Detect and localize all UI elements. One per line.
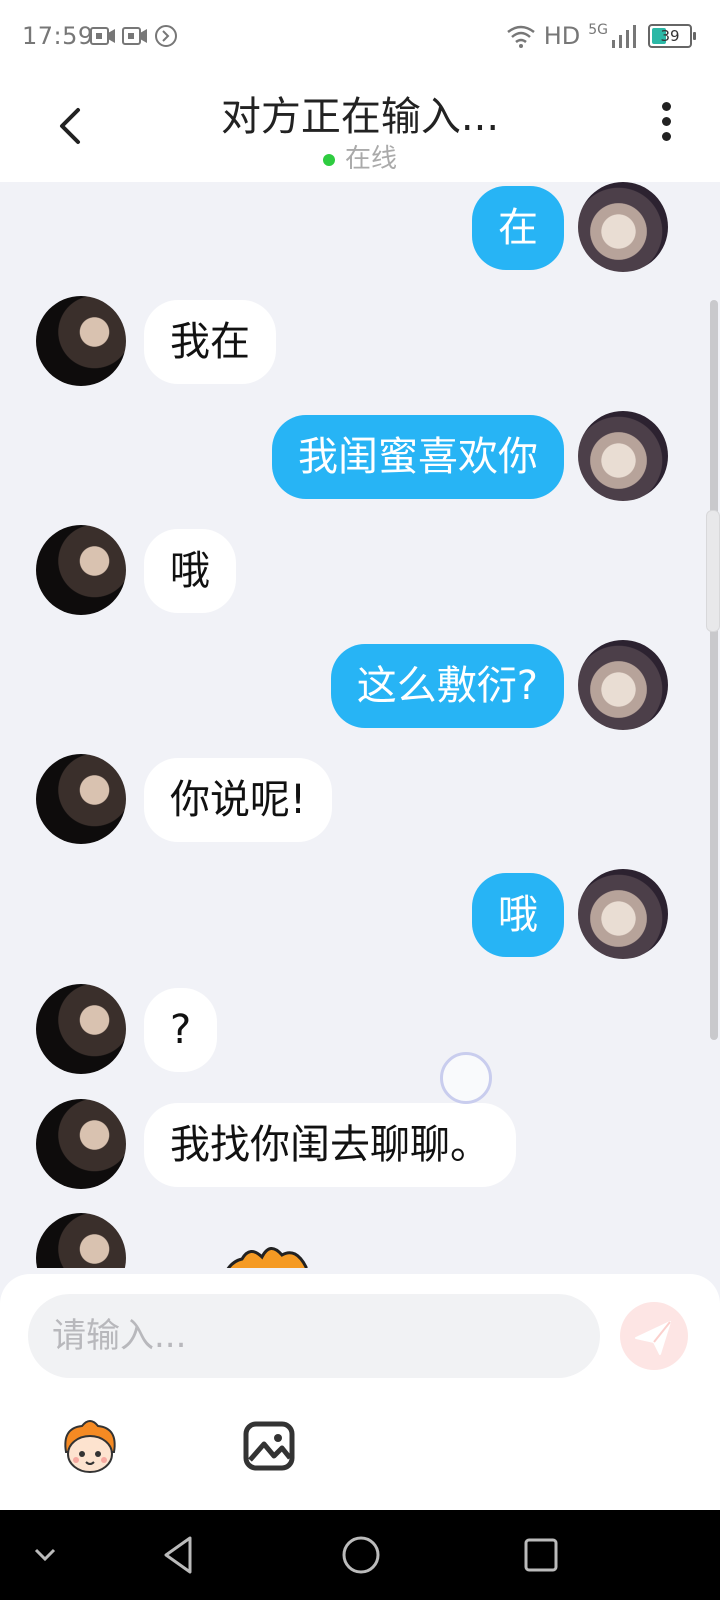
message-row: 我在	[0, 296, 720, 386]
nav-recents-button[interactable]	[514, 1528, 568, 1582]
message-row: 我找你闺去聊聊。	[0, 1099, 720, 1189]
outgoing-message-bubble[interactable]: 这么敷衍?	[330, 644, 564, 728]
status-notification-icons	[90, 24, 178, 48]
nav-home-button[interactable]	[334, 1528, 388, 1582]
circle-home-icon	[342, 1536, 380, 1574]
battery-level: 39	[660, 27, 680, 45]
square-recents-icon	[524, 1538, 558, 1572]
chevron-down-icon	[34, 1548, 56, 1562]
message-row: 哦	[0, 869, 720, 959]
my-avatar[interactable]	[578, 640, 668, 730]
status-indicators: HD 5G 39	[506, 22, 696, 50]
battery-icon: 39	[648, 24, 696, 48]
contact-avatar[interactable]	[36, 1099, 126, 1189]
image-picker-button[interactable]	[238, 1414, 302, 1478]
message-row: ?	[0, 984, 720, 1074]
status-time: 17:59	[22, 22, 94, 50]
video-camera-icon	[122, 27, 147, 45]
contact-avatar[interactable]	[36, 754, 126, 844]
data-saver-icon	[155, 25, 177, 47]
more-vertical-icon	[661, 102, 671, 111]
my-avatar[interactable]	[578, 869, 668, 959]
signal-bars-icon	[612, 25, 636, 48]
emoji-mascot-icon	[64, 1420, 116, 1473]
touch-indicator	[440, 1052, 492, 1104]
incoming-message-bubble[interactable]: 我在	[144, 300, 276, 384]
wifi-icon	[506, 25, 535, 48]
message-row: 哦	[0, 525, 720, 615]
chat-header: 对方正在输入... 在线	[0, 74, 720, 182]
paper-plane-icon	[635, 1321, 671, 1355]
outgoing-message-bubble[interactable]: 我闺蜜喜欢你	[272, 415, 564, 499]
incoming-message-bubble[interactable]: 你说呢!	[144, 758, 333, 842]
message-input[interactable]	[28, 1294, 600, 1378]
incoming-message-bubble[interactable]: ?	[144, 988, 218, 1072]
chat-scrollbar[interactable]	[710, 300, 718, 1040]
nav-back-button[interactable]	[152, 1528, 206, 1582]
my-avatar[interactable]	[578, 182, 668, 272]
status-bar: 17:59 HD 5G 39	[0, 0, 720, 74]
page-title: 对方正在输入...	[220, 94, 500, 140]
system-nav-bar	[0, 1510, 720, 1600]
message-row: 你说呢!	[0, 754, 720, 844]
message-row: 在	[0, 182, 720, 272]
sticker-image[interactable]	[210, 1233, 320, 1268]
outgoing-message-bubble[interactable]: 哦	[472, 873, 564, 957]
online-dot-icon	[322, 153, 335, 166]
incoming-message-bubble[interactable]: 哦	[144, 529, 236, 613]
online-status-label: 在线	[344, 144, 397, 174]
message-list[interactable]: 在 我在 我闺蜜喜欢你 哦 这么敷衍? 你说呢! 哦 ? 我找你闺去聊聊。	[0, 182, 720, 1268]
contact-avatar[interactable]	[36, 984, 126, 1074]
send-button[interactable]	[620, 1302, 688, 1370]
contact-avatar[interactable]	[36, 525, 126, 615]
outgoing-message-bubble[interactable]: 在	[472, 186, 564, 270]
hd-label: HD	[543, 22, 581, 50]
triangle-back-icon	[164, 1536, 192, 1574]
video-camera-icon	[90, 27, 115, 45]
signal-label: 5G	[588, 22, 608, 38]
emoji-button[interactable]	[58, 1414, 122, 1478]
message-row	[0, 1213, 720, 1268]
message-composer	[0, 1274, 720, 1510]
online-status: 在线	[0, 138, 720, 175]
contact-avatar[interactable]	[36, 296, 126, 386]
message-row: 这么敷衍?	[0, 640, 720, 730]
nav-hide-keyboard-button[interactable]	[18, 1528, 72, 1582]
message-row: 我闺蜜喜欢你	[0, 411, 720, 501]
my-avatar[interactable]	[578, 411, 668, 501]
edge-handle[interactable]	[706, 510, 720, 632]
signal-indicator: 5G	[588, 22, 640, 48]
image-icon	[243, 1421, 295, 1471]
more-options-button[interactable]	[656, 102, 676, 150]
incoming-message-bubble[interactable]: 我找你闺去聊聊。	[144, 1103, 516, 1187]
contact-avatar[interactable]	[36, 1213, 126, 1268]
